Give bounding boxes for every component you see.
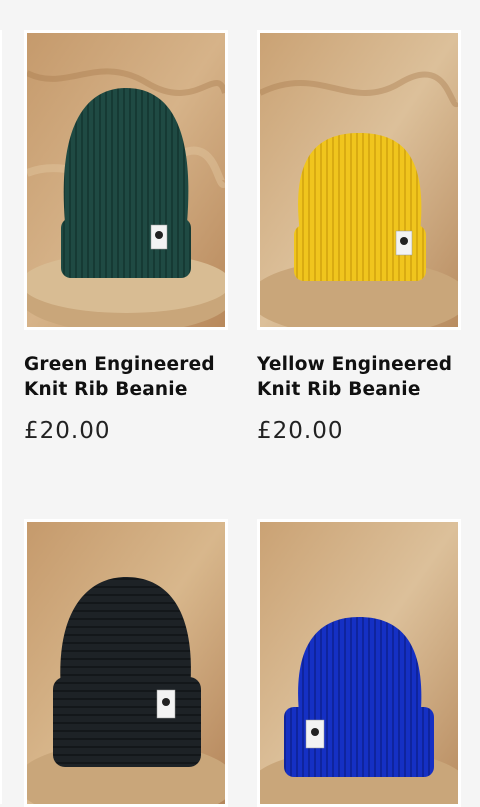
product-title[interactable]: Green Engineered Knit Rib Beanie [24, 352, 224, 402]
product-price: £20.00 [24, 418, 111, 444]
product-card-blue[interactable] [257, 519, 461, 807]
product-image-black[interactable] [24, 519, 228, 807]
product-title[interactable]: Yellow Engineered Knit Rib Beanie [257, 352, 457, 402]
product-card-yellow[interactable]: Yellow Engineered Knit Rib Beanie £20.00 [257, 30, 461, 444]
product-image-green[interactable] [24, 30, 228, 330]
product-card-black[interactable] [24, 519, 228, 807]
page-left-edge [0, 30, 2, 804]
product-image-blue[interactable] [257, 519, 461, 807]
product-card-green[interactable]: Green Engineered Knit Rib Beanie £20.00 [24, 30, 228, 444]
product-price: £20.00 [257, 418, 344, 444]
product-image-yellow[interactable] [257, 30, 461, 330]
